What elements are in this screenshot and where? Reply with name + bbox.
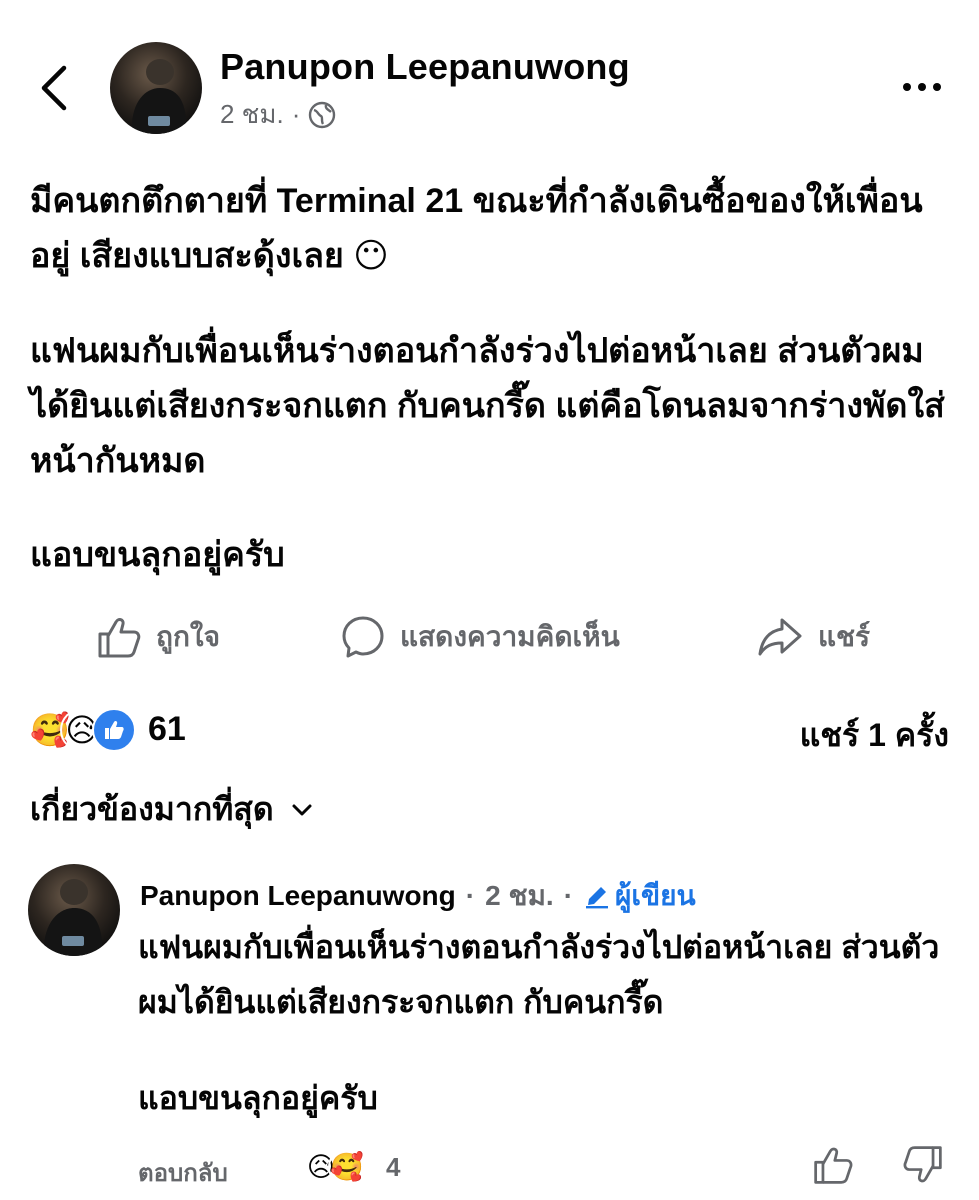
more-options-button[interactable]	[903, 72, 945, 102]
comment-reaction-count[interactable]: 4	[386, 1152, 400, 1183]
share-count[interactable]: แชร์ 1 ครั้ง	[800, 710, 949, 761]
comment-author-name[interactable]: Panupon Leepanuwong	[140, 880, 456, 912]
more-dots-icon	[918, 83, 926, 91]
sort-label: เกี่ยวข้องมากที่สุด	[30, 791, 274, 827]
globe-icon	[309, 101, 336, 128]
comment-like-button[interactable]	[812, 1144, 854, 1186]
like-reaction-icon	[92, 708, 136, 752]
chevron-left-icon	[41, 65, 67, 111]
author-avatar[interactable]	[110, 42, 202, 134]
post-paragraph: มีคนตกตึกตายที่ Terminal 21 ขณะที่กำลังเ…	[30, 182, 923, 275]
comment-reaction-summary[interactable]: 😥 🥰	[302, 1148, 366, 1186]
comment-paragraph: แอบขนลุกอยู่ครับ	[138, 1080, 378, 1116]
comment-separator: ·	[465, 880, 476, 911]
comment-time[interactable]: 2 ชม.	[485, 874, 554, 918]
thumbs-up-icon	[98, 618, 141, 658]
avatar-photo	[43, 879, 103, 956]
like-button[interactable]: ถูกใจ	[96, 614, 220, 660]
share-arrow-icon	[758, 618, 802, 656]
reaction-count[interactable]: 61	[148, 710, 186, 749]
chevron-down-icon	[292, 804, 312, 815]
share-count-unit: ครั้ง	[894, 717, 949, 753]
post-paragraph: แฟนผมกับเพื่อนเห็นร่างตอนกำลังร่วงไปต่อห…	[30, 332, 945, 480]
like-label: ถูกใจ	[156, 621, 220, 652]
avatar-photo	[131, 59, 187, 134]
comment-sort-dropdown[interactable]: เกี่ยวข้องมากที่สุด	[30, 784, 314, 835]
comment-header: Panupon Leepanuwong · 2 ชม. · ผู้เขียน	[140, 874, 696, 918]
share-button[interactable]: แชร์	[756, 614, 870, 660]
author-badge-label: ผู้เขียน	[615, 880, 696, 911]
more-dots-icon	[933, 83, 941, 91]
post-meta: 2 ชม. ·	[220, 94, 336, 135]
share-count-number: 1	[868, 717, 886, 753]
share-count-label: แชร์	[799, 717, 860, 753]
comment-label: แสดงความคิดเห็น	[400, 621, 620, 652]
comment-button[interactable]: แสดงความคิดเห็น	[340, 614, 620, 660]
post-time[interactable]: 2 ชม.	[220, 94, 284, 135]
speech-bubble-icon	[342, 616, 384, 658]
reply-button[interactable]: ตอบกลับ	[138, 1153, 228, 1192]
meta-separator: ·	[291, 99, 301, 129]
back-button[interactable]	[36, 62, 76, 114]
thumbs-up-icon	[105, 720, 124, 739]
comment-dislike-button[interactable]	[902, 1144, 944, 1186]
thumbs-up-icon	[814, 1147, 853, 1184]
thumbs-down-icon	[903, 1146, 942, 1183]
share-label: แชร์	[818, 621, 871, 652]
post-author-name[interactable]: Panupon Leepanuwong	[220, 46, 630, 88]
post-paragraph: แอบขนลุกอยู่ครับ	[30, 536, 285, 574]
comment-separator: ·	[563, 880, 574, 911]
care-reaction-icon: 🥰	[328, 1148, 366, 1186]
commenter-avatar[interactable]	[28, 864, 120, 956]
comment-paragraph: แฟนผมกับเพื่อนเห็นร่างตอนกำลังร่วงไปต่อห…	[138, 929, 940, 1020]
more-dots-icon	[903, 83, 911, 91]
pencil-icon	[586, 887, 609, 909]
author-badge: ผู้เขียน	[583, 874, 696, 918]
reaction-summary[interactable]: 🥰 😥	[28, 708, 136, 752]
